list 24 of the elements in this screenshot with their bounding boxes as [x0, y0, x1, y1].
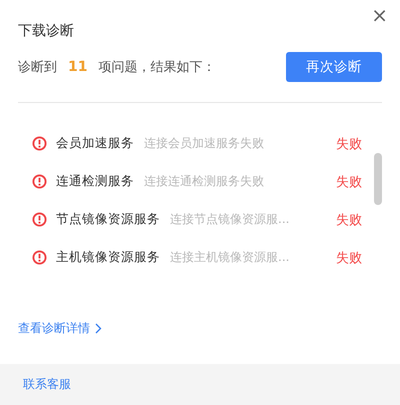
status-text: 失败 [336, 136, 362, 152]
service-name: 主机镜像资源服务 [56, 249, 160, 266]
scrollbar-thumb[interactable] [374, 153, 382, 205]
error-icon [32, 174, 47, 189]
error-detail: 连接主机镜像资源服... [170, 249, 290, 266]
error-detail: 连接会员加速服务失败 [144, 135, 264, 152]
summary-text: 诊断到 11 项问题，结果如下： [18, 58, 216, 76]
error-detail: 连接连通检测服务失败 [144, 173, 264, 190]
service-name: 连通检测服务 [56, 173, 134, 190]
retry-button[interactable]: 再次诊断 [286, 52, 382, 82]
dialog-title: 下载诊断 [18, 22, 75, 41]
status-text: 失败 [336, 250, 362, 266]
close-button[interactable]: × [371, 3, 388, 27]
status-text: 失败 [336, 174, 362, 190]
error-icon [32, 212, 47, 227]
status-text: 失败 [336, 212, 362, 228]
error-icon [32, 136, 47, 151]
contact-support-link[interactable]: 联系客服 [23, 376, 71, 393]
service-name: 节点镜像资源服务 [56, 211, 160, 228]
details-link[interactable]: 查看诊断详情 [18, 320, 90, 336]
error-detail: 连接节点镜像资源服... [170, 211, 290, 228]
error-icon [32, 250, 47, 265]
chevron-right-icon [95, 322, 102, 334]
service-name: 会员加速服务 [56, 135, 134, 152]
